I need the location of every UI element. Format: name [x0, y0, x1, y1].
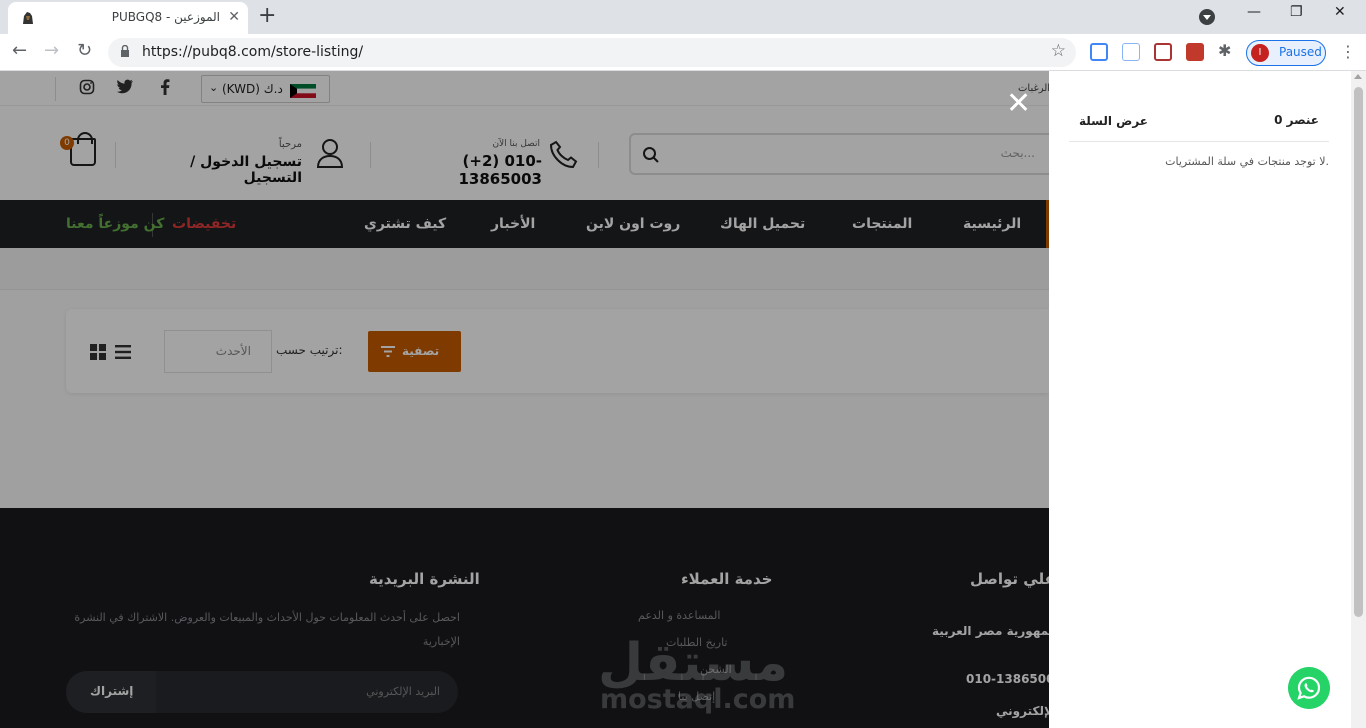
cart-item-count: 0 عنصر [1274, 113, 1319, 127]
shield-extension-icon[interactable] [1186, 43, 1204, 61]
bookmark-star-icon[interactable]: ☆ [1051, 41, 1066, 61]
cart-drawer: 0 عنصر عرض السلة لا توجد منتجات في سلة ا… [1049, 71, 1366, 728]
puzzle-extensions-icon[interactable]: ✱ [1218, 41, 1236, 60]
tab-title: PUBGQ8 - الموزعين [111, 10, 220, 24]
forward-icon[interactable]: → [44, 40, 59, 61]
close-drawer-icon[interactable]: ✕ [1006, 89, 1031, 119]
pocket-extension-icon[interactable] [1154, 43, 1172, 61]
url-text: https://pubq8.com/store-listing/ [142, 44, 364, 60]
modal-overlay[interactable]: ✕ [0, 71, 1049, 728]
close-window-icon[interactable]: ✕ [1334, 4, 1346, 20]
lock-icon [121, 45, 129, 57]
site-favicon-icon [23, 12, 33, 24]
scroll-thumb[interactable] [1354, 87, 1363, 617]
tab-close-icon[interactable]: ✕ [228, 9, 240, 25]
new-tab-icon[interactable]: + [258, 4, 276, 28]
back-icon[interactable]: ← [12, 40, 27, 61]
restore-icon[interactable]: ❐ [1290, 4, 1303, 20]
tab-search-icon[interactable] [1199, 9, 1215, 25]
page: ⌄ (KWD) د.ك الرغبات 0 مرحباً تسجيل الدخو… [0, 71, 1366, 728]
minimize-icon[interactable]: — [1247, 4, 1261, 20]
profile-status: Paused [1279, 45, 1322, 59]
profile-paused-button[interactable]: I Paused [1246, 40, 1326, 66]
page-scrollbar[interactable] [1351, 71, 1366, 728]
empty-cart-message: لا توجد منتجات في سلة المشتريات. [1165, 155, 1329, 168]
view-cart-link[interactable]: عرض السلة [1079, 114, 1148, 128]
whatsapp-icon[interactable] [1288, 667, 1330, 709]
browser-menu-icon[interactable]: ⋮ [1340, 42, 1356, 61]
reload-icon[interactable]: ↻ [77, 40, 92, 61]
address-bar[interactable]: https://pubq8.com/store-listing/ ☆ [108, 38, 1076, 67]
profile-avatar: I [1251, 44, 1269, 62]
browser-tab[interactable]: PUBGQ8 - الموزعين ✕ [8, 2, 248, 34]
file-extension-icon[interactable] [1122, 43, 1140, 61]
browser-tab-strip: PUBGQ8 - الموزعين ✕ + — ❐ ✕ [0, 0, 1366, 34]
docs-extension-icon[interactable] [1090, 43, 1108, 61]
scroll-up-arrow-icon[interactable] [1354, 74, 1362, 79]
browser-toolbar: ← → ↻ https://pubq8.com/store-listing/ ☆… [0, 34, 1366, 71]
divider [1069, 141, 1329, 142]
